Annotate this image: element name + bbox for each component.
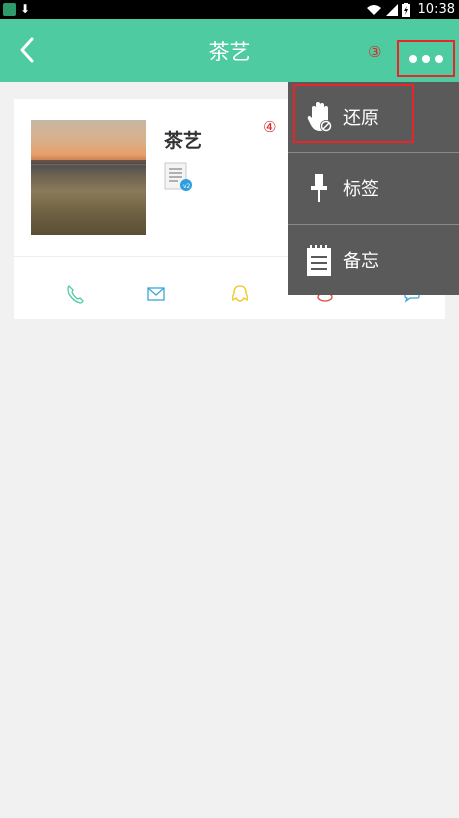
menu-item-restore[interactable]: 还原 (288, 82, 459, 152)
hand-restore-icon (307, 102, 332, 132)
battery-icon (401, 2, 410, 17)
email-icon[interactable] (141, 279, 171, 309)
qq-icon[interactable] (225, 279, 255, 309)
more-dot-icon (435, 54, 443, 63)
contact-name: 茶艺 (164, 130, 203, 152)
app-notification-icon (3, 3, 16, 16)
annotation-step-4: ④ (263, 118, 277, 136)
vcard-icon[interactable]: v2 (164, 162, 192, 192)
menu-item-tag-label: 标签 (343, 179, 379, 200)
clock: 10:38 (417, 2, 455, 17)
menu-item-tag[interactable]: 标签 (288, 153, 459, 223)
menu-item-memo[interactable]: 备忘 (288, 225, 459, 295)
action-bar: 茶艺 (0, 19, 459, 82)
overflow-menu: 还原 标签 备忘 (288, 82, 459, 295)
download-icon: ⬇ (20, 2, 31, 16)
avatar[interactable] (31, 120, 146, 235)
svg-text:v2: v2 (183, 183, 191, 190)
annotation-step-3: ③ (368, 43, 382, 61)
phone-icon[interactable] (60, 279, 90, 309)
notepad-icon (307, 245, 331, 276)
page-title: 茶艺 (208, 40, 251, 64)
wifi-icon (366, 4, 381, 15)
pushpin-icon (311, 174, 327, 202)
more-options-button[interactable] (397, 40, 455, 77)
menu-item-restore-label: 还原 (343, 108, 379, 129)
more-dot-icon (422, 54, 430, 63)
status-icons: 10:38 (366, 0, 455, 19)
signal-icon (385, 3, 398, 16)
menu-item-memo-label: 备忘 (343, 251, 379, 272)
status-bar: ⬇ 10:38 (0, 0, 459, 19)
more-dot-icon (409, 54, 417, 63)
